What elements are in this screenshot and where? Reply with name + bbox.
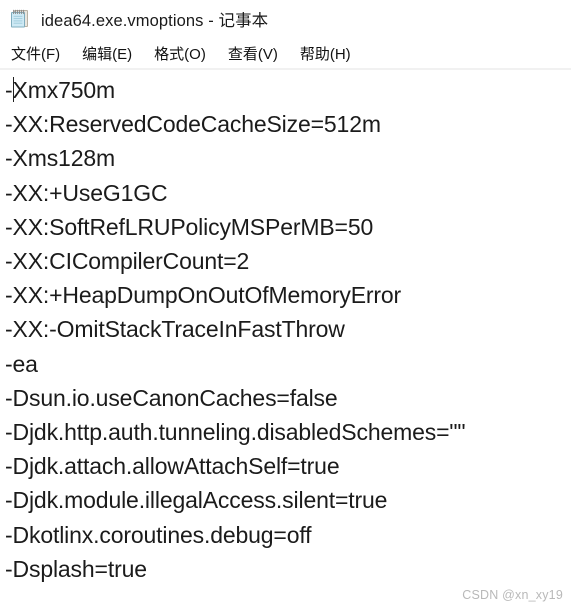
text-line: -XX:-OmitStackTraceInFastThrow xyxy=(5,316,345,343)
text-line: -Djdk.module.illegalAccess.silent=true xyxy=(5,487,388,514)
text-line: -XX:CICompilerCount=2 xyxy=(5,248,250,275)
csdn-watermark: CSDN @xn_xy19 xyxy=(462,588,563,602)
text-line: -Xmx750m xyxy=(5,73,571,107)
title-bar: idea64.exe.vmoptions - 记事本 xyxy=(0,0,571,38)
text-line: -Djdk.attach.allowAttachSelf=true xyxy=(5,453,340,480)
text-line: -Dsun.io.useCanonCaches=false xyxy=(5,384,338,411)
menu-bar: 文件(F) 编辑(E) 格式(O) 查看(V) 帮助(H) xyxy=(0,38,571,68)
text-line: -XX:+UseG1GC xyxy=(5,179,168,206)
text-line: -Dsplash=true xyxy=(5,555,147,582)
text-line: -Djdk.http.auth.tunneling.disabledScheme… xyxy=(5,419,466,446)
text-line: -Xms128m xyxy=(5,145,115,172)
menu-format[interactable]: 格式(O) xyxy=(154,42,206,65)
menu-edit[interactable]: 编辑(E) xyxy=(82,42,132,65)
window-title: idea64.exe.vmoptions - 记事本 xyxy=(41,12,269,30)
notepad-icon xyxy=(8,7,32,31)
text-line: -XX:+HeapDumpOnOutOfMemoryError xyxy=(5,282,402,309)
text-line: -XX:SoftRefLRUPolicyMSPerMB=50 xyxy=(5,213,374,240)
line-suffix: Xmx750m xyxy=(12,77,116,103)
text-line: -ea xyxy=(5,350,38,377)
text-line: -Dkotlinx.coroutines.debug=off xyxy=(5,521,312,548)
text-editor[interactable]: -Xmx750m -XX:ReservedCodeCacheSize=512m … xyxy=(0,70,571,608)
line-prefix: - xyxy=(5,77,13,103)
menu-file[interactable]: 文件(F) xyxy=(11,42,60,65)
menu-help[interactable]: 帮助(H) xyxy=(300,42,351,65)
text-line: -XX:ReservedCodeCacheSize=512m xyxy=(5,111,381,138)
menu-view[interactable]: 查看(V) xyxy=(228,42,278,65)
